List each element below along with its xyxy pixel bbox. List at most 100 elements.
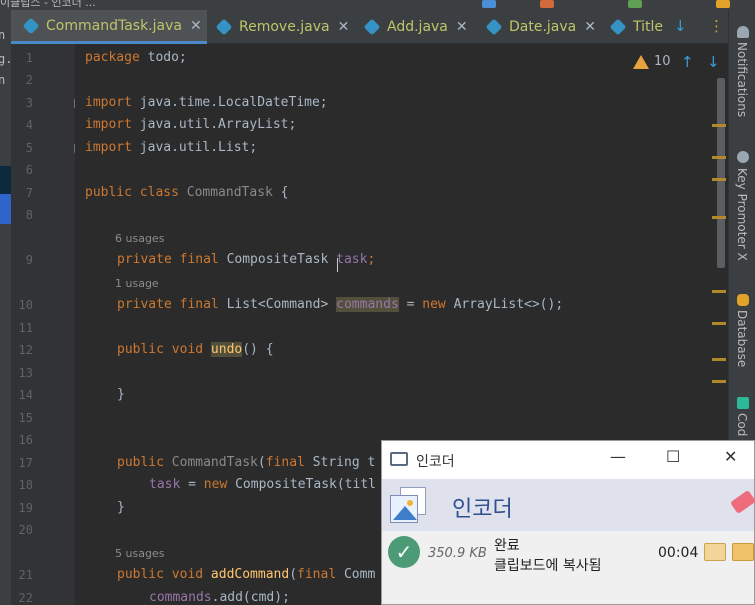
code-line: task = new CompositeTask(titl bbox=[149, 477, 376, 492]
error-stripe-mark[interactable] bbox=[712, 124, 726, 127]
line-number: 14 bbox=[18, 388, 33, 402]
java-class-icon bbox=[215, 18, 233, 36]
toolbar-indicator[interactable] bbox=[716, 0, 730, 8]
code-line: } bbox=[117, 500, 125, 515]
text-cursor bbox=[337, 258, 345, 272]
code-line: public CommandTask(final String t bbox=[117, 455, 376, 470]
close-button[interactable]: ✕ bbox=[724, 447, 737, 466]
code-line: import java.time.LocalDateTime; bbox=[85, 95, 328, 110]
toolbar-indicator[interactable] bbox=[482, 0, 496, 8]
line-number: 6 bbox=[25, 163, 33, 177]
inspection-widget[interactable]: 10 bbox=[633, 54, 671, 69]
popup-titlebar[interactable]: 인코더 — ☐ ✕ bbox=[382, 441, 754, 479]
line-number: 5 bbox=[25, 141, 33, 155]
result-row: ✓ 350.9 KB 완료 클립보드에 복사됨 00:04 bbox=[382, 531, 754, 579]
warning-count: 10 bbox=[654, 54, 671, 69]
popup-header: 인코더 bbox=[382, 479, 755, 531]
line-number: 12 bbox=[18, 343, 33, 357]
tool-database[interactable]: Database bbox=[735, 310, 749, 367]
project-tree-selection-active bbox=[0, 194, 11, 224]
database-icon[interactable] bbox=[737, 294, 749, 306]
line-number: 10 bbox=[18, 298, 33, 312]
error-stripe-mark[interactable] bbox=[712, 216, 726, 219]
usages-hint[interactable]: 6 usages bbox=[115, 232, 164, 245]
usages-hint[interactable]: 1 usage bbox=[115, 277, 159, 290]
tab-label: Add.java bbox=[387, 19, 448, 35]
monitor-icon bbox=[390, 452, 408, 466]
previous-highlight-arrow-icon[interactable]: ↑ bbox=[681, 53, 694, 71]
close-icon[interactable]: ✕ bbox=[584, 19, 596, 35]
eraser-icon[interactable] bbox=[729, 489, 755, 515]
tab-more-menu[interactable]: ⋮ bbox=[709, 17, 724, 35]
code-tool-icon[interactable] bbox=[737, 397, 749, 409]
tab-label: CommandTask.java bbox=[46, 17, 182, 34]
code-line: private final List<Command> commands = n… bbox=[117, 297, 564, 312]
project-panel-edge: n g. n bbox=[0, 10, 12, 605]
tab-add[interactable]: Add.java ✕ bbox=[355, 10, 477, 44]
line-number: 3 bbox=[25, 96, 33, 110]
minimize-button[interactable]: — bbox=[610, 447, 626, 466]
toolbar-indicator[interactable] bbox=[628, 0, 642, 8]
tab-commandtask[interactable]: CommandTask.java ✕ bbox=[11, 10, 207, 44]
line-number: 11 bbox=[18, 321, 33, 335]
code-line: commands.add(cmd); bbox=[149, 590, 290, 605]
app-name: 인코더 bbox=[452, 497, 513, 522]
line-number: 13 bbox=[18, 366, 33, 380]
line-number: 19 bbox=[18, 501, 33, 515]
close-icon[interactable]: ✕ bbox=[338, 19, 350, 35]
usages-hint[interactable]: 5 usages bbox=[115, 547, 164, 560]
image-stack-icon bbox=[390, 487, 426, 523]
code-line: import java.util.List; bbox=[85, 140, 258, 155]
line-number: 7 bbox=[25, 186, 33, 200]
line-number: 20 bbox=[18, 523, 33, 537]
tab-label: Date.java bbox=[509, 19, 577, 35]
toolbar-indicator[interactable] bbox=[540, 0, 554, 8]
line-number: 9 bbox=[25, 253, 33, 267]
code-line: package todo; bbox=[85, 50, 187, 65]
java-class-icon bbox=[363, 18, 381, 36]
tab-remove[interactable]: Remove.java ✕ bbox=[207, 10, 357, 44]
error-stripe-mark[interactable] bbox=[712, 380, 726, 383]
file-size: 350.9 KB bbox=[428, 546, 487, 561]
line-number: 2 bbox=[25, 73, 33, 87]
code-line: import java.util.ArrayList; bbox=[85, 117, 297, 132]
vertical-scrollbar[interactable] bbox=[717, 78, 725, 268]
tool-key-promoter[interactable]: Key Promoter X bbox=[735, 168, 749, 261]
notifications-icon[interactable] bbox=[737, 26, 749, 38]
key-promoter-icon[interactable] bbox=[737, 151, 749, 163]
error-stripe-mark[interactable] bbox=[712, 358, 726, 361]
tool-notifications[interactable]: Notifications bbox=[735, 42, 749, 117]
error-stripe-mark[interactable] bbox=[712, 322, 726, 325]
tab-label: Remove.java bbox=[239, 19, 330, 35]
error-stripe-mark[interactable] bbox=[712, 156, 726, 159]
open-folder-icon[interactable] bbox=[732, 543, 754, 561]
java-class-icon bbox=[609, 18, 627, 36]
tab-date[interactable]: Date.java ✕ bbox=[477, 10, 601, 44]
java-class-icon bbox=[22, 17, 40, 34]
line-number: 4 bbox=[25, 118, 33, 132]
line-number: 16 bbox=[18, 433, 33, 447]
tab-overflow-arrow[interactable]: ↓ bbox=[674, 17, 687, 35]
tool-code[interactable]: Cod bbox=[735, 413, 749, 436]
maximize-button[interactable]: ☐ bbox=[666, 447, 680, 466]
code-line: public void undo() { bbox=[117, 342, 274, 357]
line-number: 18 bbox=[18, 478, 33, 492]
close-icon[interactable]: ✕ bbox=[190, 18, 202, 34]
editor-tab-bar: CommandTask.java ✕ Remove.java ✕ Add.jav… bbox=[11, 10, 728, 44]
tab-title[interactable]: Title bbox=[601, 10, 671, 44]
code-line: } bbox=[117, 387, 125, 402]
error-stripe-mark[interactable] bbox=[712, 290, 726, 293]
warning-icon bbox=[633, 54, 649, 69]
duration: 00:04 bbox=[658, 545, 699, 561]
window-title-strip: 이클립스 - 인코더 ... bbox=[0, 0, 755, 10]
next-highlight-arrow-icon[interactable]: ↓ bbox=[707, 53, 720, 71]
status-text: 완료 bbox=[494, 538, 520, 554]
status-message: 클립보드에 복사됨 bbox=[494, 558, 602, 574]
line-number: 17 bbox=[18, 456, 33, 470]
check-icon: ✓ bbox=[388, 536, 420, 568]
open-image-icon[interactable] bbox=[704, 543, 726, 561]
line-number: 8 bbox=[25, 208, 33, 222]
window-title-text: 이클립스 - 인코더 ... bbox=[0, 0, 96, 9]
close-icon[interactable]: ✕ bbox=[456, 19, 468, 35]
error-stripe-mark[interactable] bbox=[712, 178, 726, 181]
